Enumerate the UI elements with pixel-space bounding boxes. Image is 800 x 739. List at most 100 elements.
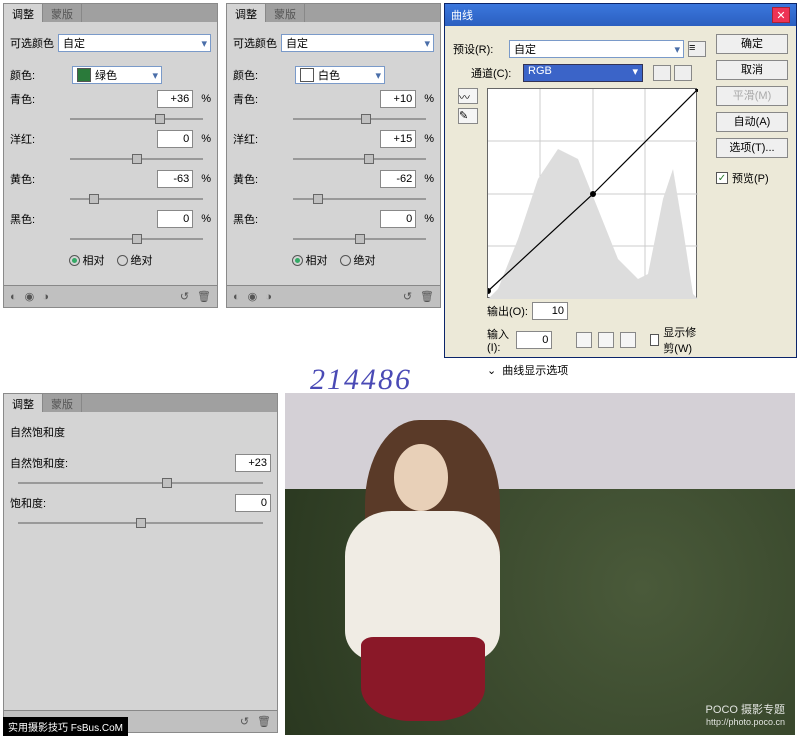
watermark-number: 214486 (310, 363, 412, 397)
preset-menu-icon[interactable]: ≡ (688, 41, 706, 57)
channel-select[interactable]: RGB (523, 64, 643, 82)
footer-icon[interactable]: ↺ (240, 715, 249, 728)
trash-icon[interactable]: 🗑 (420, 290, 434, 303)
wm-url: http://photo.poco.cn (706, 717, 785, 727)
tab-adjust[interactable]: 调整 (4, 4, 43, 22)
expand-label: 曲线显示选项 (502, 362, 568, 378)
black-input[interactable] (157, 210, 193, 228)
radio-absolute[interactable]: 绝对 (340, 252, 376, 268)
wm-brand: POCO 摄影专题 (706, 704, 785, 716)
selective-color-panel-1: 调整 蒙版 可选颜色 自定 颜色: 绿色 青色:% 洋红:% 黄色:% 黑色:%… (3, 3, 218, 308)
vib-slider[interactable] (18, 478, 263, 488)
channel-value: RGB (528, 65, 552, 77)
pct: % (424, 133, 434, 145)
cyan-slider[interactable] (293, 114, 426, 124)
titlebar[interactable]: 曲线 ✕ (445, 4, 796, 26)
tab-adjust[interactable]: 调整 (4, 394, 43, 412)
footer-icon[interactable]: ◑ (265, 291, 272, 303)
sat-input[interactable] (235, 494, 271, 512)
footer-icon[interactable]: ↺ (403, 290, 412, 303)
magenta-slider[interactable] (70, 154, 203, 164)
vibrance-panel: 调整 蒙版 自然饱和度 自然饱和度: 饱和度: ◐◉◑↺🗑 (3, 393, 278, 733)
tab-mask[interactable]: 蒙版 (43, 4, 82, 22)
tab-mask[interactable]: 蒙版 (43, 394, 82, 412)
magenta-slider[interactable] (293, 154, 426, 164)
smooth-button: 平滑(M) (716, 86, 788, 106)
curve-display-expand[interactable]: ⌄曲线显示选项 (487, 362, 706, 378)
footer-icon[interactable]: ◉ (248, 290, 258, 303)
tab-mask[interactable]: 蒙版 (266, 4, 305, 22)
trash-icon[interactable]: 🗑 (197, 290, 211, 303)
radio-relative[interactable]: 相对 (292, 252, 328, 268)
preset-select[interactable]: 自定 (281, 34, 434, 52)
panel-tabs: 调整 蒙版 (4, 394, 277, 412)
color-name: 绿色 (95, 67, 117, 83)
preview-check[interactable]: ✓ (716, 172, 728, 184)
preset-select[interactable]: 自定 (58, 34, 211, 52)
curve-tool-draw[interactable]: ✎ (458, 108, 478, 124)
relative-label: 相对 (83, 252, 105, 268)
sample-photo: POCO 摄影专题 http://photo.poco.cn (285, 393, 795, 735)
black-slider[interactable] (70, 234, 203, 244)
footer-icon[interactable]: ↺ (180, 290, 189, 303)
options-button[interactable]: 选项(T)... (716, 138, 788, 158)
auto-button[interactable]: 自动(A) (716, 112, 788, 132)
footer-icon[interactable]: ◉ (25, 290, 35, 303)
chan-btn[interactable] (674, 65, 692, 81)
tab-adjust[interactable]: 调整 (227, 4, 266, 22)
footer-icon[interactable]: ◑ (42, 291, 49, 303)
yellow-slider[interactable] (70, 194, 203, 204)
magenta-input[interactable] (157, 130, 193, 148)
chan-btn[interactable] (653, 65, 671, 81)
curves-preset-select[interactable]: 自定 (509, 40, 684, 58)
black-input[interactable] (380, 210, 416, 228)
panel-tabs: 调整 蒙版 (227, 4, 440, 22)
yellow-input[interactable] (157, 170, 193, 188)
magenta-input[interactable] (380, 130, 416, 148)
show-clip-check[interactable] (650, 334, 659, 346)
color-select[interactable]: 白色 (295, 66, 385, 84)
panel-footer: ◐ ◉ ◑ ↺ 🗑 (4, 285, 217, 307)
sel-color-title: 可选颜色 (10, 35, 54, 51)
black-label: 黑色: (233, 211, 291, 227)
pct: % (201, 133, 211, 145)
pct: % (201, 93, 211, 105)
yellow-label: 黄色: (233, 171, 291, 187)
photo-watermark: POCO 摄影专题 http://photo.poco.cn (706, 700, 785, 727)
bottom-tag: 实用摄影技巧 FsBus.CoM (3, 717, 128, 736)
panel-tabs: 调整 蒙版 (4, 4, 217, 22)
eyedropper-white-icon[interactable] (620, 332, 636, 348)
preset-value: 自定 (286, 35, 308, 51)
radio-absolute[interactable]: 绝对 (117, 252, 153, 268)
vib-input[interactable] (235, 454, 271, 472)
cyan-label: 青色: (233, 91, 291, 107)
dialog-title: 曲线 (451, 7, 473, 23)
radio-relative[interactable]: 相对 (69, 252, 105, 268)
close-icon[interactable]: ✕ (772, 7, 790, 23)
output-input[interactable] (532, 302, 568, 320)
absolute-label: 绝对 (131, 252, 153, 268)
pct: % (424, 93, 434, 105)
cyan-input[interactable] (380, 90, 416, 108)
curve-graph[interactable] (487, 88, 697, 298)
input-input[interactable] (516, 331, 552, 349)
eyedropper-black-icon[interactable] (576, 332, 592, 348)
cyan-slider[interactable] (70, 114, 203, 124)
trash-icon[interactable]: 🗑 (257, 715, 271, 728)
sat-slider[interactable] (18, 518, 263, 528)
cyan-input[interactable] (157, 90, 193, 108)
ok-button[interactable]: 确定 (716, 34, 788, 54)
color-select[interactable]: 绿色 (72, 66, 162, 84)
preset-value: 自定 (63, 35, 85, 51)
yellow-slider[interactable] (293, 194, 426, 204)
footer-icon[interactable]: ◐ (10, 291, 17, 303)
footer-icon[interactable]: ◐ (233, 291, 240, 303)
cancel-button[interactable]: 取消 (716, 60, 788, 80)
eyedropper-gray-icon[interactable] (598, 332, 614, 348)
curves-dialog: 曲线 ✕ 预设(R): 自定 ≡ 通道(C): RGB 〰 ✎ (444, 3, 797, 358)
yellow-input[interactable] (380, 170, 416, 188)
curve-tool-point[interactable]: 〰 (458, 88, 478, 104)
output-label: 输出(O): (487, 303, 528, 319)
black-slider[interactable] (293, 234, 426, 244)
swatch-green (77, 68, 91, 82)
